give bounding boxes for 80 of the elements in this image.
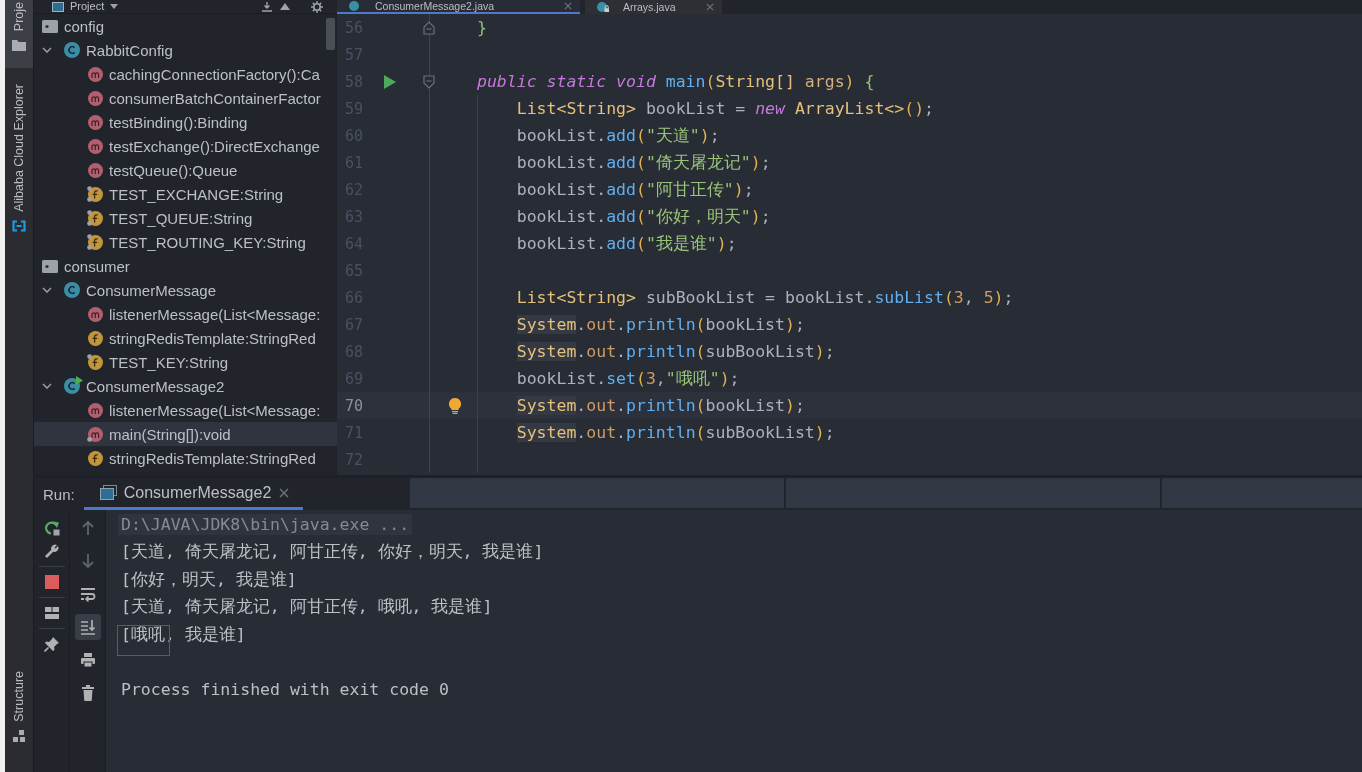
tree-item[interactable]: config <box>34 14 337 38</box>
tree-item[interactable]: ConsumerMessage <box>34 278 337 302</box>
code-line: System.out.println(subBookList); <box>516 423 835 442</box>
code-line: System.out.println(bookList); <box>516 396 805 415</box>
pin-icon[interactable] <box>43 636 60 652</box>
chevron-down-icon[interactable] <box>42 383 52 389</box>
tree-item[interactable]: testBinding():Binding <box>34 110 337 134</box>
package-icon <box>42 259 58 273</box>
code-line: bookList.add("我是谁"); <box>516 232 737 255</box>
tree-item[interactable]: testQueue():Queue <box>34 158 337 182</box>
tree-item[interactable]: consumer <box>34 254 337 278</box>
tree-item[interactable]: main(String[]):void <box>34 422 337 446</box>
folder-icon <box>12 39 26 52</box>
tree-item[interactable]: stringRedisTemplate:StringRed <box>34 446 337 470</box>
tree-item[interactable]: consumerBatchContainerFactor <box>34 86 337 110</box>
editor-tab[interactable]: ConsumerMessage2.java <box>337 0 580 14</box>
code-line: bookList.add("阿甘正传"); <box>516 178 754 201</box>
console-command: D:\JAVA\JDK8\bin\java.exe ... <box>118 514 413 536</box>
scroll-to-end-button[interactable] <box>74 614 101 640</box>
stop-icon[interactable] <box>43 574 60 590</box>
console-window-icon <box>99 485 117 500</box>
window-icon <box>52 1 64 12</box>
tree-item[interactable]: TEST_EXCHANGE:String <box>34 182 337 206</box>
lightbulb-icon[interactable] <box>449 397 461 414</box>
layout-icon[interactable] <box>43 605 60 621</box>
scrollbar-thumb[interactable] <box>326 18 335 50</box>
console-output: [天道, 倚天屠龙记, 阿甘正传, 你好，明天, 我是谁] <box>121 541 544 564</box>
editor-tab[interactable]: Arrays.java <box>585 0 722 14</box>
tree-item[interactable]: listenerMessage(List<Message: <box>34 398 337 422</box>
tree-item[interactable]: TEST_KEY:String <box>34 350 337 374</box>
line-number: 70 <box>343 396 364 415</box>
chevron-down-icon[interactable] <box>42 287 52 293</box>
trash-icon[interactable] <box>79 685 96 701</box>
arrow-down-icon[interactable] <box>79 553 96 569</box>
tool-window-tab[interactable]: Alibaba Cloud Explorer <box>5 84 33 232</box>
tree-item[interactable]: RabbitConfig <box>34 38 337 62</box>
code-line: bookList.set(3,"哦吼"); <box>516 367 740 390</box>
scroll-to-end-icon <box>79 619 96 635</box>
code-line: List<String> bookList = new ArrayList<>(); <box>516 99 934 118</box>
triangle-up-icon[interactable] <box>279 1 291 12</box>
exit-message: Process finished with exit code 0 <box>121 680 449 700</box>
code-line: bookList.add("你好，明天"); <box>516 205 771 228</box>
package-icon <box>42 19 58 33</box>
code-line: bookList.add("倚天屠龙记"); <box>516 151 771 174</box>
panel-label: Run: <box>43 485 75 503</box>
tree-item[interactable]: listenerMessage(List<Message: <box>34 302 337 326</box>
arrow-to-line-icon[interactable] <box>261 1 273 12</box>
tree-item[interactable]: TEST_ROUTING_KEY:String <box>34 230 337 254</box>
tool-window-tab[interactable]: Proje <box>5 0 33 68</box>
code-line: List<String> subBookList = bookList.subList(3, 5); <box>516 288 1014 307</box>
close-icon[interactable] <box>278 487 289 498</box>
console-output: [你好，明天, 我是谁] <box>121 568 297 591</box>
tool-window-tab[interactable]: Structure <box>5 671 33 742</box>
tree-item[interactable]: TEST_QUEUE:String <box>34 206 337 230</box>
fold-icon[interactable] <box>423 20 435 35</box>
print-icon[interactable] <box>79 652 96 668</box>
code-line: bookList.add("天道"); <box>516 124 720 147</box>
tree-item[interactable]: testExchange():DirectExchange <box>34 134 337 158</box>
code-line: } <box>477 18 487 37</box>
run-icon[interactable] <box>384 74 396 89</box>
close-icon[interactable] <box>564 2 572 10</box>
chevron-down-icon[interactable] <box>42 47 52 53</box>
tree-item[interactable]: ConsumerMessage2 <box>34 374 337 398</box>
rerun-icon[interactable] <box>43 520 60 536</box>
tree-item[interactable]: cachingConnectionFactory():Ca <box>34 62 337 86</box>
panel-title[interactable]: Project <box>70 0 105 13</box>
structure-icon <box>12 730 26 742</box>
code-line: System.out.println(bookList); <box>516 315 805 334</box>
code-line: System.out.println(subBookList); <box>516 342 835 361</box>
close-icon[interactable] <box>706 3 714 11</box>
console-output: [天道, 倚天屠龙记, 阿甘正传, 哦吼, 我是谁] <box>121 596 493 619</box>
caret-icon[interactable] <box>110 4 119 9</box>
bracket-icon <box>12 219 26 232</box>
fold-icon[interactable] <box>423 74 435 89</box>
settings-icon[interactable] <box>311 0 323 13</box>
tree-item[interactable]: stringRedisTemplate:StringRed <box>34 326 337 350</box>
run-tab[interactable]: ConsumerMessage2 <box>83 478 303 510</box>
wrench-icon[interactable] <box>43 543 60 559</box>
code-line: public static void main(String[] args) { <box>477 72 875 91</box>
soft-wrap-icon <box>79 586 96 602</box>
